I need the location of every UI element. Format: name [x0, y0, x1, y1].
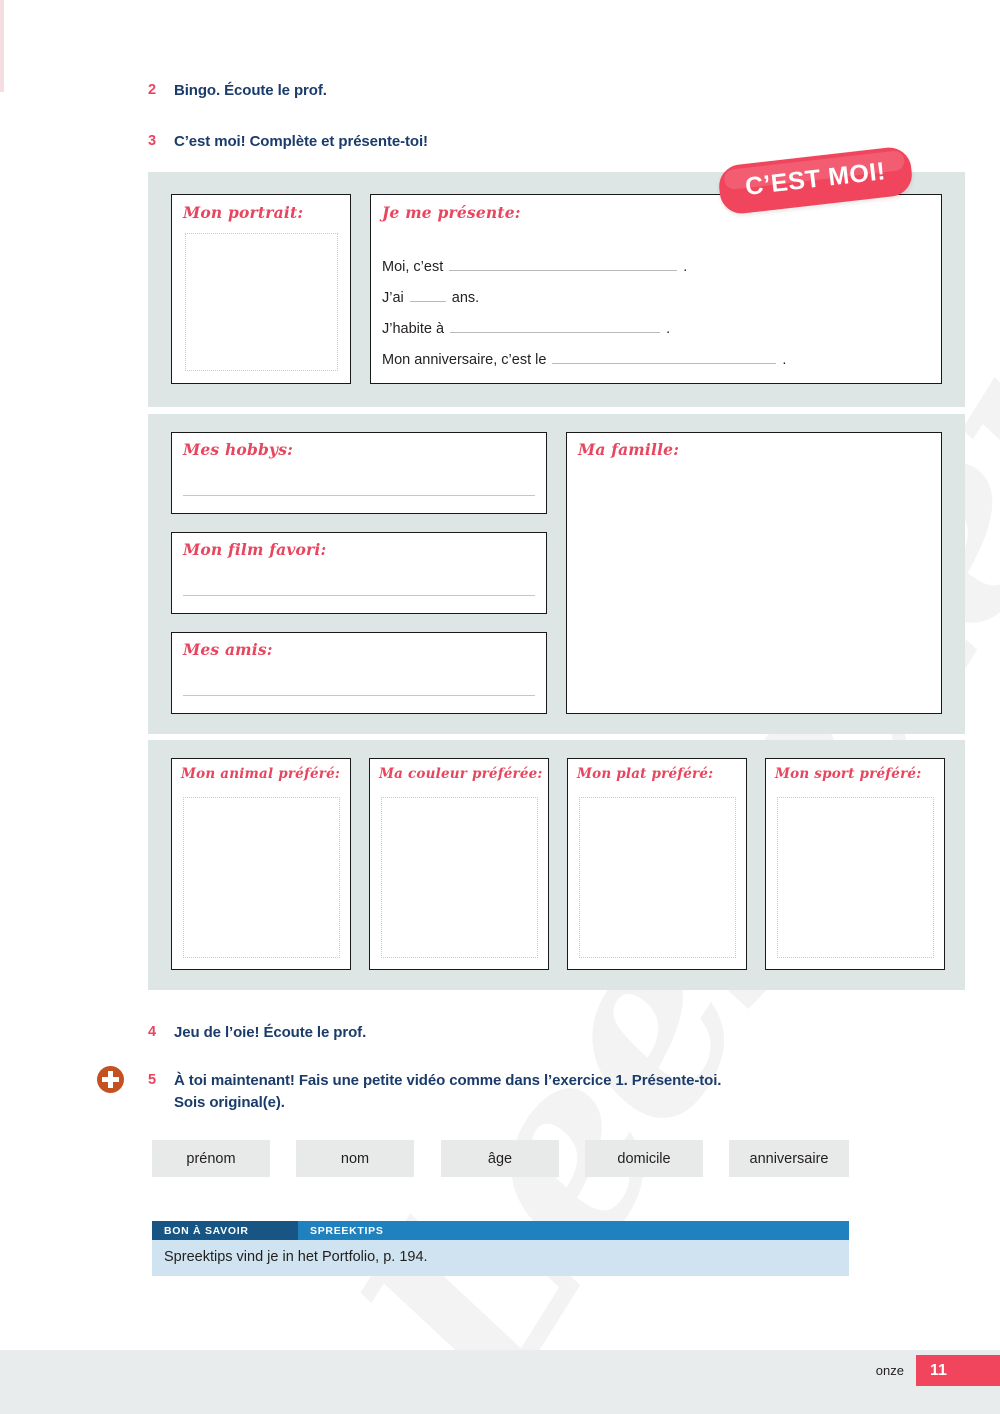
film-writing-line[interactable] [183, 595, 535, 596]
family-card[interactable]: Ma famille: [566, 432, 942, 714]
presentation-row-city[interactable]: J’habite à . [382, 319, 670, 337]
chip-prenom[interactable]: prénom [152, 1140, 270, 1177]
friends-label: Mes amis: [183, 640, 273, 659]
presentation-row-birthday-suffix: . [782, 352, 787, 368]
info-box-header: BON À SAVOIR SPREEKTIPS [152, 1221, 849, 1240]
favourite-colour-card[interactable]: Ma couleur préférée: [369, 758, 549, 970]
favourite-animal-card[interactable]: Mon animal préféré: [171, 758, 351, 970]
form-panel-identity: Mon portrait: Je me présente: Moi, c’est… [148, 172, 965, 407]
favourite-animal-drawing-area[interactable] [183, 797, 340, 958]
presentation-row-name-suffix: . [683, 259, 688, 275]
favourite-animal-label: Mon animal préféré: [181, 766, 341, 782]
exercise-4-number: 4 [148, 1024, 157, 1040]
presentation-row-birthday[interactable]: Mon anniversaire, c’est le . [382, 350, 786, 368]
friends-card[interactable]: Mes amis: [171, 632, 547, 714]
favourite-dish-drawing-area[interactable] [579, 797, 736, 958]
favourite-sport-card[interactable]: Mon sport préféré: [765, 758, 945, 970]
film-card[interactable]: Mon film favori: [171, 532, 547, 614]
footer-page-number: 11 [916, 1355, 1000, 1386]
favourite-dish-card[interactable]: Mon plat préféré: [567, 758, 747, 970]
footer-band [0, 1350, 1000, 1414]
exercise-5-number: 5 [148, 1072, 157, 1088]
chip-prenom-label: prénom [186, 1150, 236, 1167]
exercise-2-number: 2 [148, 82, 157, 98]
hobbies-writing-line[interactable] [183, 495, 535, 496]
portrait-card[interactable]: Mon portrait: [171, 194, 351, 384]
chip-domicile[interactable]: domicile [585, 1140, 703, 1177]
exercise-4-text: Jeu de l’oie! Écoute le prof. [174, 1024, 367, 1041]
exercise-3-text: C’est moi! Complète et présente-toi! [174, 133, 428, 150]
exercise-2: 2 Bingo. Écoute le prof. [148, 80, 327, 102]
presentation-row-name-input[interactable] [449, 257, 678, 271]
favourite-sport-drawing-area[interactable] [777, 797, 934, 958]
presentation-row-city-prefix: J’habite à [382, 321, 445, 337]
film-label: Mon film favori: [183, 540, 327, 559]
info-box-body: Spreektips vind je in het Portfolio, p. … [152, 1240, 849, 1276]
friends-writing-line[interactable] [183, 695, 535, 696]
form-panel-interests: Mes hobbys: Mon film favori: Mes amis: M… [148, 414, 965, 734]
presentation-row-age[interactable]: J’ai ans. [382, 288, 479, 306]
page-edge-bar [0, 0, 4, 92]
info-box: BON À SAVOIR SPREEKTIPS Spreektips vind … [152, 1221, 849, 1276]
presentation-card: Je me présente: Moi, c’est . J’ai ans. J… [370, 194, 942, 384]
favourite-colour-drawing-area[interactable] [381, 797, 538, 958]
presentation-row-age-suffix: ans. [451, 290, 480, 306]
hobbies-label: Mes hobbys: [183, 440, 294, 459]
portrait-drawing-area[interactable] [185, 233, 338, 371]
exercise-3: 3 C’est moi! Complète et présente-toi! [148, 131, 428, 153]
presentation-row-name-prefix: Moi, c’est [382, 259, 444, 275]
chip-domicile-label: domicile [617, 1150, 671, 1167]
info-box-tag-fr: BON À SAVOIR [152, 1221, 298, 1240]
favourite-dish-label: Mon plat préféré: [577, 766, 714, 782]
footer-page-word: onze [875, 1363, 904, 1378]
portrait-label: Mon portrait: [183, 203, 304, 222]
exercise-2-text: Bingo. Écoute le prof. [174, 82, 327, 99]
presentation-row-age-prefix: J’ai [382, 290, 404, 306]
exercise-4: 4 Jeu de l’oie! Écoute le prof. [148, 1022, 366, 1044]
chip-anniversaire[interactable]: anniversaire [729, 1140, 849, 1177]
presentation-row-city-input[interactable] [450, 319, 661, 333]
form-panel-favourites: Mon animal préféré: Ma couleur préférée:… [148, 740, 965, 990]
plus-circle-icon [97, 1066, 124, 1093]
presentation-row-birthday-input[interactable] [552, 350, 777, 364]
presentation-row-birthday-prefix: Mon anniversaire, c’est le [382, 352, 547, 368]
presentation-row-age-input[interactable] [409, 288, 446, 302]
cest-moi-badge-label: C’EST MOI! [743, 157, 888, 201]
chip-age[interactable]: âge [441, 1140, 559, 1177]
presentation-row-name[interactable]: Moi, c’est . [382, 257, 687, 275]
presentation-label: Je me présente: [382, 203, 521, 222]
exercise-5-text-line1: À toi maintenant! Fais une petite vidéo … [174, 1072, 722, 1089]
chip-age-label: âge [487, 1150, 513, 1167]
chip-nom[interactable]: nom [296, 1140, 414, 1177]
chip-nom-label: nom [340, 1150, 370, 1167]
family-label: Ma famille: [578, 440, 680, 459]
exercise-5: 5 À toi maintenant! Fais une petite vidé… [148, 1070, 848, 1114]
exercise-3-number: 3 [148, 133, 157, 149]
info-box-tag-nl: SPREEKTIPS [298, 1221, 849, 1240]
favourite-sport-label: Mon sport préféré: [775, 766, 922, 782]
favourite-colour-label: Ma couleur préférée: [379, 766, 543, 782]
presentation-row-city-suffix: . [666, 321, 671, 337]
chip-anniversaire-label: anniversaire [749, 1150, 829, 1167]
exercise-5-text-line2: Sois original(e). [174, 1093, 285, 1111]
hobbies-card[interactable]: Mes hobbys: [171, 432, 547, 514]
